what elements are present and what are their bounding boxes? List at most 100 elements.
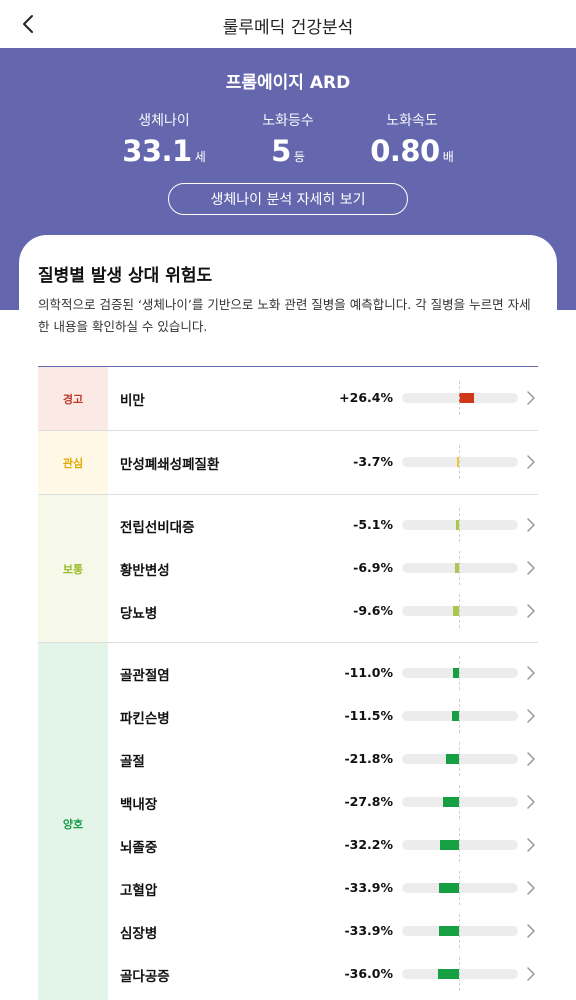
risk-percent: +26.4%: [339, 390, 393, 405]
risk-percent: -6.9%: [353, 560, 393, 575]
risk-percent: -32.2%: [344, 837, 393, 852]
chevron-right-icon: [527, 752, 535, 766]
stat-value: 0.80: [370, 134, 440, 168]
risk-bar: [442, 797, 459, 807]
disease-name: 뇌졸중: [120, 840, 158, 856]
disease-name: 골관절염: [120, 668, 170, 684]
stat-aging-speed: 노화속도 0.80 배: [332, 110, 492, 168]
chevron-right-icon: [527, 881, 535, 895]
risk-percent: -9.6%: [353, 603, 393, 618]
risk-group: 양호 골관절염 -11.0% 파킨슨병 -11.5% 골절 -21.8% 백내장 -27.8% 뇌…: [38, 643, 538, 1000]
page-title: 룰루메딕 건강분석: [222, 18, 354, 38]
risk-bar-baseline: [459, 594, 460, 628]
risk-bar-track: [402, 785, 518, 819]
risk-bar-track: [402, 594, 518, 628]
risk-bar-baseline: [459, 871, 460, 905]
disease-name: 골다공증: [120, 969, 170, 985]
chevron-right-icon: [527, 838, 535, 852]
chevron-right-icon: [527, 561, 535, 575]
disease-row[interactable]: 심장병 -33.9%: [108, 910, 538, 953]
chevron-right-icon: [527, 518, 535, 532]
risk-bar-track: [402, 381, 518, 415]
disease-risk-table: 경고 비만 +26.4% 관심 만성폐쇄성폐질환 -3.7% 보통 전립선비대증 -5.1% 황반…: [38, 366, 538, 1000]
risk-bar-baseline: [459, 551, 460, 585]
disease-name: 백내장: [120, 797, 158, 813]
risk-bar-baseline: [459, 445, 460, 479]
disease-row[interactable]: 파킨슨병 -11.5%: [108, 695, 538, 738]
chevron-right-icon: [527, 924, 535, 938]
risk-level-label: 관심: [38, 431, 108, 494]
hero-title: 프롬에이지 ARD: [225, 73, 351, 93]
risk-bar: [446, 754, 459, 764]
section-description: 의학적으로 검증된 ‘생체나이’를 기반으로 노화 관련 질병을 예측합니다. …: [38, 297, 531, 334]
risk-bar-baseline: [459, 508, 460, 542]
top-app-bar: 룰루메딕 건강분석: [0, 0, 576, 48]
risk-percent: -3.7%: [353, 454, 393, 469]
disease-row[interactable]: 골다공증 -36.0%: [108, 953, 538, 996]
risk-percent: -27.8%: [344, 794, 393, 809]
risk-bar: [459, 393, 475, 403]
disease-row[interactable]: 백내장 -27.8%: [108, 781, 538, 824]
stat-label: 노화속도: [386, 113, 438, 129]
risk-bar-track: [402, 957, 518, 991]
risk-bar-baseline: [459, 381, 460, 415]
risk-bar-track: [402, 656, 518, 690]
disease-row[interactable]: 뇌졸중 -32.2%: [108, 824, 538, 867]
risk-bar-track: [402, 508, 518, 542]
chevron-right-icon: [527, 604, 535, 618]
chevron-right-icon: [527, 795, 535, 809]
section-title: 질병별 발생 상대 위험도: [38, 266, 213, 286]
risk-percent: -11.0%: [344, 665, 393, 680]
risk-percent: -33.9%: [344, 923, 393, 938]
disease-name: 심장병: [120, 926, 158, 942]
stat-value: 33.1: [122, 134, 192, 168]
disease-row[interactable]: 당뇨병 -9.6%: [108, 590, 538, 633]
disease-name: 황반변성: [120, 563, 170, 579]
disease-row[interactable]: 골절 -21.8%: [108, 738, 538, 781]
disease-row[interactable]: 골관절염 -11.0%: [108, 652, 538, 695]
stat-unit: 등: [293, 150, 305, 164]
risk-percent: -5.1%: [353, 517, 393, 532]
bio-age-detail-button[interactable]: 생체나이 분석 자세히 보기: [168, 183, 408, 215]
risk-bar-track: [402, 445, 518, 479]
stat-unit: 배: [442, 150, 454, 164]
disease-row[interactable]: 비만 +26.4%: [108, 377, 538, 420]
risk-bar: [452, 711, 459, 721]
disease-name: 파킨슨병: [120, 711, 170, 727]
risk-level-label: 양호: [38, 643, 108, 1000]
disease-name: 고혈압: [120, 883, 158, 899]
disease-name: 전립선비대증: [120, 520, 195, 536]
disease-name: 골절: [120, 754, 145, 770]
chevron-right-icon: [527, 391, 535, 405]
risk-bar-baseline: [459, 828, 460, 862]
disease-row[interactable]: 만성폐쇄성폐질환 -3.7%: [108, 441, 538, 484]
risk-level-label: 경고: [38, 367, 108, 430]
chevron-right-icon: [527, 967, 535, 981]
risk-bar-track: [402, 742, 518, 776]
risk-bar-baseline: [459, 914, 460, 948]
risk-bar-track: [402, 871, 518, 905]
risk-bar: [439, 926, 459, 936]
risk-bar-baseline: [459, 699, 460, 733]
chevron-right-icon: [527, 709, 535, 723]
risk-percent: -11.5%: [344, 708, 393, 723]
risk-bar-track: [402, 914, 518, 948]
risk-level-label: 보통: [38, 495, 108, 642]
chevron-right-icon: [527, 666, 535, 680]
disease-name: 당뇨병: [120, 606, 158, 622]
disease-row[interactable]: 황반변성 -6.9%: [108, 547, 538, 590]
risk-bar: [440, 840, 459, 850]
stat-value: 5: [271, 134, 291, 168]
disease-row[interactable]: 고혈압 -33.9%: [108, 867, 538, 910]
disease-name: 만성폐쇄성폐질환: [120, 457, 220, 473]
risk-group: 관심 만성폐쇄성폐질환 -3.7%: [38, 431, 538, 495]
disease-row[interactable]: 전립선비대증 -5.1%: [108, 504, 538, 547]
risk-bar-track: [402, 551, 518, 585]
risk-bar: [438, 969, 459, 979]
risk-bar-track: [402, 699, 518, 733]
risk-bar-baseline: [459, 785, 460, 819]
risk-bar-track: [402, 828, 518, 862]
risk-bar-baseline: [459, 742, 460, 776]
stat-unit: 세: [194, 150, 206, 164]
risk-percent: -33.9%: [344, 880, 393, 895]
